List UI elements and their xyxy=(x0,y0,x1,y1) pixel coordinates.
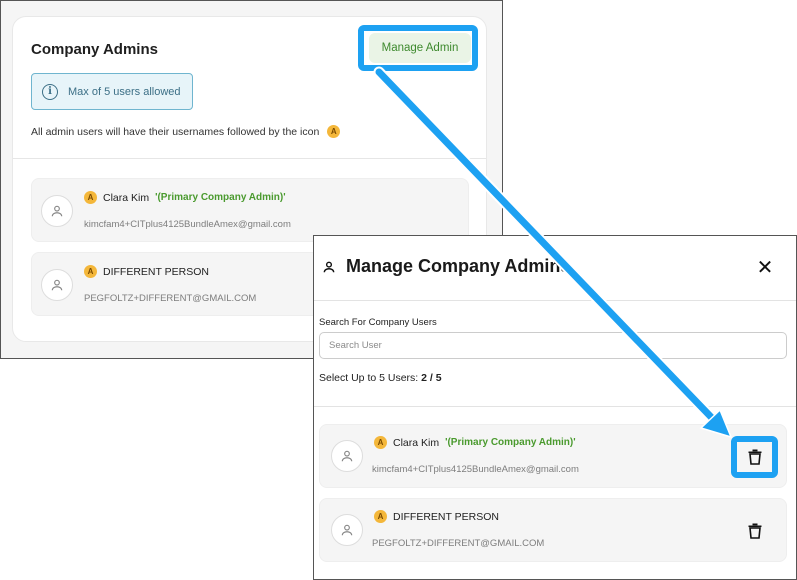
primary-admin-tag: '(Primary Company Admin)' xyxy=(155,192,286,203)
remove-user-button[interactable] xyxy=(744,445,766,469)
admin-badge-icon: A xyxy=(374,436,387,449)
admin-name-line: A DIFFERENT PERSON xyxy=(84,265,209,278)
close-icon[interactable]: ✕ xyxy=(754,256,776,278)
admin-name: Clara Kim xyxy=(103,191,150,204)
trash-icon xyxy=(748,449,762,465)
search-label: Search For Company Users xyxy=(319,317,437,328)
admin-badge-icon: A xyxy=(374,510,387,523)
user-icon xyxy=(51,205,63,217)
user-name: Clara Kim xyxy=(393,436,440,449)
info-text: Max of 5 users allowed xyxy=(68,85,181,98)
divider xyxy=(314,300,796,301)
note-text: All admin users will have their username… xyxy=(31,125,320,138)
admin-name: DIFFERENT PERSON xyxy=(103,265,209,278)
avatar xyxy=(331,440,363,472)
admin-badge-icon: A xyxy=(84,265,97,278)
admin-email: PEGFOLTZ+DIFFERENT@GMAIL.COM xyxy=(84,293,257,304)
user-icon xyxy=(341,450,353,462)
remove-user-button[interactable] xyxy=(744,519,766,543)
info-circle-icon: i xyxy=(42,83,58,100)
admin-icon-note: All admin users will have their username… xyxy=(31,125,341,138)
user-name-line: A Clara Kim '(Primary Company Admin)' xyxy=(374,436,576,449)
admin-list-item: A Clara Kim '(Primary Company Admin)' ki… xyxy=(31,178,469,242)
select-count-value: 2 / 5 xyxy=(421,372,442,384)
trash-icon xyxy=(748,523,762,539)
modal-title: Manage Company Admins xyxy=(346,256,571,276)
user-icon xyxy=(51,279,63,291)
avatar xyxy=(41,269,73,301)
select-count-label: Select Up to 5 Users: xyxy=(319,372,419,384)
selected-user-item: A DIFFERENT PERSON PEGFOLTZ+DIFFERENT@GM… xyxy=(319,498,787,562)
user-name-line: A DIFFERENT PERSON xyxy=(374,510,499,523)
manage-admins-modal: Manage Company Admins ✕ Search For Compa… xyxy=(313,235,797,580)
admin-badge-icon: A xyxy=(327,125,341,138)
manage-admin-button[interactable]: Manage Admin xyxy=(369,33,471,63)
user-icon xyxy=(323,261,335,273)
user-name: DIFFERENT PERSON xyxy=(393,510,499,523)
user-icon xyxy=(341,524,353,536)
user-email: kimcfam4+CITplus4125BundleAmex@gmail.com xyxy=(372,464,579,475)
selected-user-item: A Clara Kim '(Primary Company Admin)' ki… xyxy=(319,424,787,488)
divider xyxy=(314,406,796,407)
admin-name-line: A Clara Kim '(Primary Company Admin)' xyxy=(84,191,286,204)
divider xyxy=(13,158,486,159)
avatar xyxy=(41,195,73,227)
admin-badge-icon: A xyxy=(84,191,97,204)
avatar xyxy=(331,514,363,546)
primary-admin-tag: '(Primary Company Admin)' xyxy=(445,437,576,448)
user-email: PEGFOLTZ+DIFFERENT@GMAIL.COM xyxy=(372,538,545,549)
admin-email: kimcfam4+CITplus4125BundleAmex@gmail.com xyxy=(84,219,291,230)
search-user-input[interactable] xyxy=(319,332,787,359)
max-users-info-box: i Max of 5 users allowed xyxy=(31,73,193,110)
card-title: Company Admins xyxy=(31,41,158,58)
select-count: Select Up to 5 Users: 2 / 5 xyxy=(319,372,442,384)
